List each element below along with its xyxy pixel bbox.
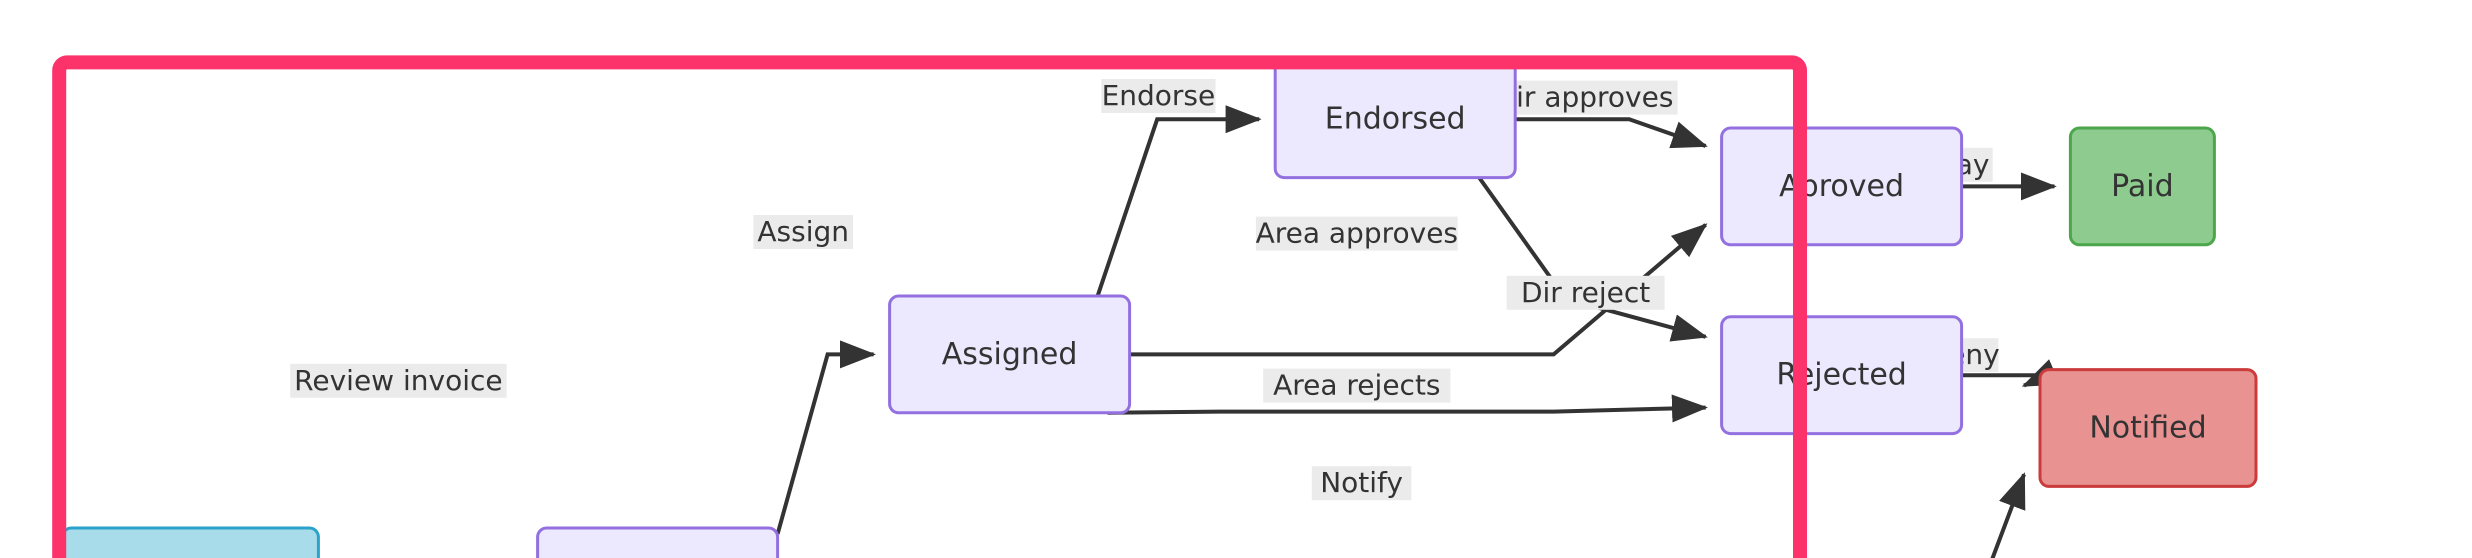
edge-reviewed-to-assigned[interactable]	[775, 340, 877, 535]
edge-label-text: Endorse	[1102, 79, 1216, 112]
edge-assigned-to-rejected[interactable]	[1107, 394, 1708, 423]
edge-label-text: Area rejects	[1273, 369, 1440, 402]
node-registered[interactable]: Registered	[60, 526, 320, 558]
edge-label-e5: Area approves	[1256, 216, 1458, 251]
node-aproved[interactable]: Aproved	[1720, 126, 1964, 247]
nodes-layer: Registered Reviewed Assigned Endorsed Aprove…	[60, 59, 2258, 558]
edge-label-text: Dir approves	[1495, 81, 1674, 114]
node-label-assigned: Assigned	[942, 337, 1078, 372]
flowchart-canvas: Review invoice Assign Endorse Dir approves A…	[0, 0, 2472, 558]
edge-endorsed-to-rejected[interactable]	[1477, 176, 1708, 342]
node-endorsed[interactable]: Endorsed	[1273, 59, 1517, 180]
edge-label-text: Review invoice	[294, 364, 502, 397]
edge-label-text: Notify	[1320, 466, 1403, 499]
node-label-endorsed: Endorsed	[1325, 102, 1466, 137]
node-label-paid: Paid	[2111, 169, 2174, 204]
edge-label-e10: Notify	[1311, 466, 1412, 501]
edge-label-text: Area approves	[1256, 217, 1458, 250]
edge-endorsed-to-aproved[interactable]	[1515, 117, 1708, 149]
node-reviewed[interactable]: Reviewed	[536, 526, 780, 558]
edge-label-e1: Review invoice	[290, 363, 507, 398]
node-paid[interactable]: Paid	[2068, 126, 2216, 247]
node-assigned[interactable]: Assigned	[888, 294, 1132, 415]
edge-label-e3: Endorse	[1101, 79, 1216, 113]
edge-label-text: Assign	[757, 215, 849, 248]
edge-label-e4: Dir approves	[1490, 80, 1678, 115]
edge-label-e6: Dir reject	[1506, 275, 1665, 310]
node-notified[interactable]: Notified	[2038, 368, 2258, 488]
edge-rejected-to-notified[interactable]	[1961, 359, 2061, 388]
edge-assigned-to-endorsed[interactable]	[1095, 105, 1262, 297]
flowchart-svg: Review invoice Assign Endorse Dir approves A…	[52, 55, 2258, 558]
edge-label-e7: Area rejects	[1263, 368, 1451, 403]
node-label-notified: Notified	[2089, 411, 2206, 446]
edge-label-e2: Assign	[753, 215, 853, 249]
node-rejected[interactable]: Rejected	[1720, 315, 1964, 436]
edge-label-text: Dir reject	[1521, 276, 1650, 309]
